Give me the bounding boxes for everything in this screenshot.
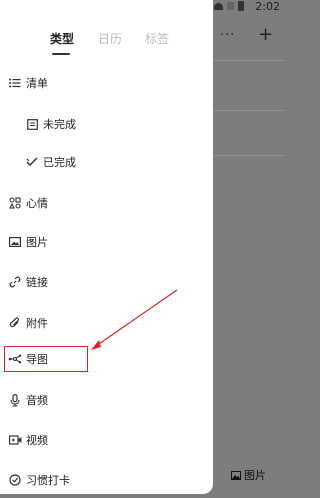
- mood-icon: [8, 196, 22, 210]
- drawer-tabs: 类型 日历 标签: [0, 30, 213, 50]
- menu-item-mood[interactable]: 心情: [8, 192, 48, 214]
- tab-type[interactable]: 类型: [50, 30, 74, 47]
- battery-icon: [238, 1, 244, 11]
- menu-item-image[interactable]: 图片: [8, 231, 48, 253]
- tab-calendar[interactable]: 日历: [98, 30, 122, 47]
- menu-item-label: 心情: [26, 197, 48, 210]
- menu-item-habit[interactable]: 习惯打卡: [8, 469, 70, 491]
- microphone-icon: [8, 393, 22, 407]
- image-button[interactable]: 图片: [231, 467, 266, 483]
- status-time: 2:02: [255, 0, 280, 13]
- tab-tags[interactable]: 标签: [145, 30, 169, 47]
- active-tab-indicator: [52, 53, 70, 55]
- menu-item-attachment[interactable]: 附件: [8, 312, 48, 334]
- menu-item-video[interactable]: 视频: [8, 429, 48, 451]
- video-icon: [8, 433, 22, 447]
- mindmap-highlight-box: [4, 346, 88, 372]
- menu-item-label: 已完成: [43, 156, 76, 169]
- background-divider: [213, 60, 286, 61]
- menu-item-link[interactable]: 链接: [8, 271, 48, 293]
- menu-item-label: 音频: [26, 394, 48, 407]
- link-icon: [8, 275, 22, 289]
- check-icon: [25, 155, 39, 169]
- image-icon: [8, 235, 22, 249]
- menu-item-label: 未完成: [43, 118, 76, 131]
- background-divider: [213, 110, 286, 111]
- menu-item-label: 图片: [26, 236, 48, 249]
- status-icons: [214, 1, 244, 11]
- more-icon[interactable]: ···: [220, 28, 235, 43]
- menu-item-audio[interactable]: 音频: [8, 389, 48, 411]
- habit-icon: [8, 473, 22, 487]
- menu-item-completed[interactable]: 已完成: [25, 151, 76, 173]
- unfinished-icon: [25, 117, 39, 131]
- menu-item-label: 视频: [26, 434, 48, 447]
- menu-item-label: 清单: [26, 77, 48, 90]
- attachment-icon: [8, 316, 22, 330]
- menu-item-list[interactable]: 清单: [8, 72, 48, 94]
- menu-item-label: 附件: [26, 317, 48, 330]
- image-icon: [231, 470, 241, 480]
- image-button-label: 图片: [244, 469, 266, 482]
- menu-item-label: 链接: [26, 276, 48, 289]
- menu-item-label: 习惯打卡: [26, 474, 70, 487]
- add-icon[interactable]: +: [258, 24, 273, 45]
- signal-icon: [227, 2, 234, 10]
- menu-item-unfinished[interactable]: 未完成: [25, 113, 76, 135]
- wifi-icon: [214, 2, 223, 10]
- list-icon: [8, 76, 22, 90]
- background-divider: [213, 155, 286, 156]
- navigation-drawer: 类型 日历 标签 清单 未完成 已完成 心情 图片 链接 附件 导图 音频 视频…: [0, 0, 213, 494]
